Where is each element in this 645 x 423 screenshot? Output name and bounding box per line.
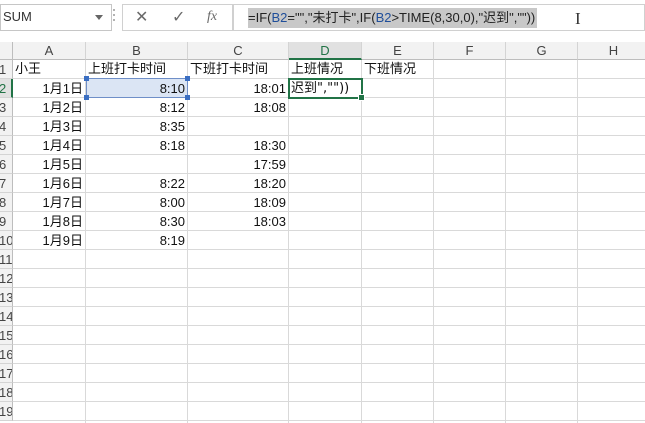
gridline <box>13 344 645 345</box>
row-header-12[interactable]: 12 <box>0 269 13 288</box>
gridline <box>13 420 645 421</box>
cell-b8[interactable]: 8:00 <box>86 193 187 212</box>
gridline <box>13 382 645 383</box>
formula-tools: ✕ ✓ fx <box>122 4 233 31</box>
cell-a4[interactable]: 1月3日 <box>13 117 85 136</box>
row-header-6[interactable]: 6 <box>0 155 13 174</box>
cell-a7[interactable]: 1月6日 <box>13 174 85 193</box>
select-all-corner[interactable] <box>0 42 13 60</box>
cell-c10[interactable] <box>188 231 288 250</box>
row-header-13[interactable]: 13 <box>0 288 13 307</box>
row-header-11[interactable]: 11 <box>0 250 13 269</box>
gridline <box>361 60 362 423</box>
text-cursor-icon: I <box>575 9 581 28</box>
gridline <box>577 60 578 423</box>
cell-c9[interactable]: 18:03 <box>188 212 288 231</box>
column-header-b[interactable]: B <box>86 42 188 60</box>
cell-a8[interactable]: 1月7日 <box>13 193 85 212</box>
enter-icon[interactable]: ✓ <box>172 7 185 26</box>
row-header-17[interactable]: 17 <box>0 364 13 383</box>
cell-c3[interactable]: 18:08 <box>188 98 288 117</box>
gridline <box>13 363 645 364</box>
drag-handle-icon[interactable] <box>113 9 116 26</box>
name-box-value: SUM <box>3 9 32 24</box>
cell-c2[interactable]: 18:01 <box>188 79 288 98</box>
gridline <box>505 60 506 423</box>
cell-b6[interactable] <box>86 155 187 174</box>
cell-e1[interactable]: 下班情况 <box>362 60 433 79</box>
row-header-9[interactable]: 9 <box>0 212 13 231</box>
formula-text: =IF(B2="","未打卡",IF(B2>TIME(8,30,0),"迟到",… <box>248 8 538 28</box>
gridline <box>13 306 645 307</box>
cancel-icon[interactable]: ✕ <box>135 7 148 26</box>
cell-a10[interactable]: 1月9日 <box>13 231 85 250</box>
cell-d2-edit-text[interactable]: 迟到","")) <box>289 79 361 98</box>
row-header-5[interactable]: 5 <box>0 136 13 155</box>
gridline <box>13 268 645 269</box>
cell-c5[interactable]: 18:30 <box>188 136 288 155</box>
formula-input[interactable]: =IF(B2="","未打卡",IF(B2>TIME(8,30,0),"迟到",… <box>233 4 645 31</box>
cell-b1[interactable]: 上班打卡时间 <box>86 60 187 79</box>
cell-d1[interactable]: 上班情况 <box>289 60 361 79</box>
row-header-1[interactable]: 1 <box>0 60 13 79</box>
row-header-3[interactable]: 3 <box>0 98 13 117</box>
cell-a1[interactable]: 小王 <box>13 60 85 79</box>
row-header-10[interactable]: 10 <box>0 231 13 250</box>
row-header-15[interactable]: 15 <box>0 326 13 345</box>
name-box[interactable]: SUM <box>0 4 112 31</box>
row-header-8[interactable]: 8 <box>0 193 13 212</box>
row-header-7[interactable]: 7 <box>0 174 13 193</box>
row-header-16[interactable]: 16 <box>0 345 13 364</box>
column-header-g[interactable]: G <box>506 42 578 60</box>
cell-c4[interactable] <box>188 117 288 136</box>
cell-b4[interactable]: 8:35 <box>86 117 187 136</box>
gridline <box>288 60 289 423</box>
cell-a5[interactable]: 1月4日 <box>13 136 85 155</box>
cell-a6[interactable]: 1月5日 <box>13 155 85 174</box>
row-header-4[interactable]: 4 <box>0 117 13 136</box>
cell-a2[interactable]: 1月1日 <box>13 79 85 98</box>
cell-c1[interactable]: 下班打卡时间 <box>188 60 288 79</box>
insert-function-button[interactable]: fx <box>207 9 217 25</box>
spreadsheet-grid[interactable]: A B C D E F G H 1 2 3 4 5 6 7 8 9 10 11 … <box>0 42 645 423</box>
cell-c6[interactable]: 17:59 <box>188 155 288 174</box>
cell-b5[interactable]: 8:18 <box>86 136 187 155</box>
cell-b9[interactable]: 8:30 <box>86 212 187 231</box>
cell-b10[interactable]: 8:19 <box>86 231 187 250</box>
cell-c8[interactable]: 18:09 <box>188 193 288 212</box>
column-header-d[interactable]: D <box>289 42 362 60</box>
column-header-f[interactable]: F <box>434 42 506 60</box>
cell-b7[interactable]: 8:22 <box>86 174 187 193</box>
formula-bar: SUM ✕ ✓ fx =IF(B2="","未打卡",IF(B2>TIME(8,… <box>0 0 645 36</box>
gridline <box>13 325 645 326</box>
row-header-18[interactable]: 18 <box>0 383 13 402</box>
row-header-14[interactable]: 14 <box>0 307 13 326</box>
column-header-c[interactable]: C <box>188 42 289 60</box>
chevron-down-icon[interactable] <box>95 15 103 20</box>
gridline <box>13 401 645 402</box>
cell-b3[interactable]: 8:12 <box>86 98 187 117</box>
column-header-h[interactable]: H <box>578 42 645 60</box>
cell-a9[interactable]: 1月8日 <box>13 212 85 231</box>
cell-a3[interactable]: 1月2日 <box>13 98 85 117</box>
column-header-e[interactable]: E <box>362 42 434 60</box>
gridline <box>13 287 645 288</box>
cell-c7[interactable]: 18:20 <box>188 174 288 193</box>
column-header-a[interactable]: A <box>13 42 86 60</box>
cell-b2[interactable]: 8:10 <box>86 79 187 98</box>
gridline <box>433 60 434 423</box>
row-header-19[interactable]: 19 <box>0 402 13 421</box>
row-header-2[interactable]: 2 <box>0 79 13 98</box>
